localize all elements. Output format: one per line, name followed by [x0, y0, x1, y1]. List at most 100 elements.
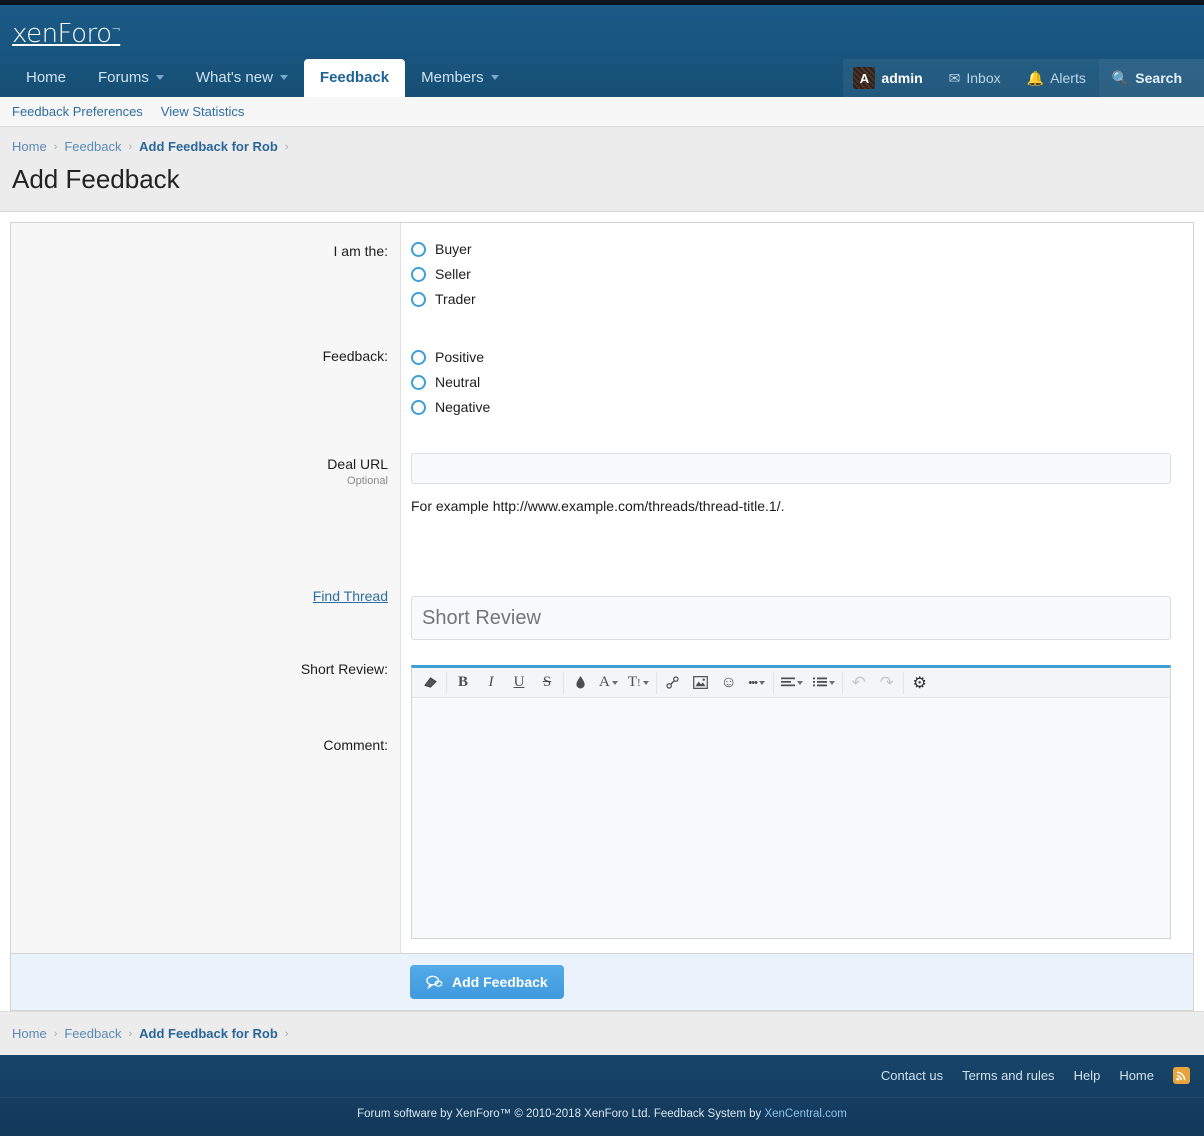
- radio-option-buyer[interactable]: Buyer: [411, 241, 1171, 257]
- form-grid: I am the: Feedback: Deal URL Optional Fi…: [11, 223, 1193, 953]
- toolbar-group-formatting-remove: [414, 672, 447, 694]
- nav-item-feedback[interactable]: Feedback: [304, 59, 405, 97]
- align-icon[interactable]: [776, 669, 808, 697]
- comment-editor: B I U S: [411, 665, 1171, 939]
- logo-row: xenForo¬: [0, 11, 1204, 59]
- breadcrumb-item-feedback[interactable]: Feedback: [64, 1026, 121, 1041]
- avatar: A: [853, 67, 875, 89]
- list-icon[interactable]: [808, 669, 840, 697]
- undo-icon[interactable]: ↶: [845, 669, 873, 697]
- nav-item-label: Home: [26, 69, 66, 86]
- form-panel-wrapper: I am the: Feedback: Deal URL Optional Fi…: [0, 212, 1204, 1011]
- footer-links: Contact us Terms and rules Help Home: [0, 1067, 1204, 1097]
- radio-option-positive[interactable]: Positive: [411, 349, 1171, 365]
- toolbar-group-text-style: B I U S: [447, 672, 564, 694]
- nav-item-home[interactable]: Home: [10, 59, 82, 97]
- toolbar-group-settings: ⚙: [904, 672, 936, 694]
- chevron-down-icon: [643, 681, 649, 685]
- find-thread-link[interactable]: Find Thread: [313, 588, 388, 604]
- copyright-link[interactable]: XenCentral.com: [764, 1108, 846, 1120]
- radio-option-trader[interactable]: Trader: [411, 291, 1171, 307]
- eraser-glyph: [423, 675, 438, 690]
- form-field-column: Buyer Seller Trader Positive: [401, 223, 1193, 953]
- radio-option-seller[interactable]: Seller: [411, 266, 1171, 282]
- nav-item-label: Forums: [98, 69, 149, 86]
- radio-option-label: Seller: [435, 266, 471, 282]
- comment-textarea[interactable]: [412, 698, 1170, 938]
- site-logo-tm: ¬: [112, 22, 121, 35]
- breadcrumb-separator: ›: [54, 141, 58, 153]
- label-row-short-review: Short Review:: [11, 661, 388, 695]
- site-footer: Contact us Terms and rules Help Home For…: [0, 1055, 1204, 1136]
- image-icon[interactable]: [687, 669, 715, 697]
- footer-link-terms-and-rules[interactable]: Terms and rules: [962, 1068, 1054, 1083]
- label-row-feedback: Feedback:: [11, 348, 388, 375]
- footer-copyright: Forum software by XenForo™ © 2010-2018 X…: [0, 1097, 1204, 1136]
- inbox-button[interactable]: ✉ Inbox: [936, 59, 1014, 97]
- footer-link-contact-us[interactable]: Contact us: [881, 1068, 943, 1083]
- radio-circle-icon: [411, 292, 426, 307]
- redo-icon[interactable]: ↷: [873, 669, 901, 697]
- link-icon[interactable]: [659, 669, 687, 697]
- toolbar-group-font: A T !: [564, 672, 657, 694]
- text-color-icon[interactable]: [566, 669, 594, 697]
- chain-glyph: [665, 675, 680, 690]
- search-label: Search: [1135, 70, 1182, 86]
- smilie-icon[interactable]: ☺: [715, 669, 743, 697]
- radio-circle-icon: [411, 267, 426, 282]
- italic-icon[interactable]: I: [477, 669, 505, 697]
- breadcrumb-item-home[interactable]: Home: [12, 139, 47, 154]
- footer-link-home[interactable]: Home: [1119, 1068, 1154, 1083]
- nav-item-members[interactable]: Members: [405, 59, 515, 97]
- more-options-icon[interactable]: •••: [743, 669, 771, 697]
- radio-circle-icon: [411, 400, 426, 415]
- search-button[interactable]: 🔍 Search: [1099, 59, 1204, 97]
- rss-icon[interactable]: [1173, 1067, 1190, 1084]
- subnav-item-view-statistics[interactable]: View Statistics: [161, 104, 245, 119]
- nav-item-forums[interactable]: Forums: [82, 59, 180, 97]
- role-radio-group: Buyer Seller Trader: [411, 235, 1171, 307]
- radio-option-negative[interactable]: Negative: [411, 399, 1171, 415]
- comment-editor-wrap: B I U S: [411, 665, 1171, 953]
- bold-icon[interactable]: B: [449, 669, 477, 697]
- radio-option-label: Negative: [435, 399, 490, 415]
- bottom-breadcrumb-block: Home › Feedback › Add Feedback for Rob ›: [0, 1011, 1204, 1055]
- label-row-comment: Comment:: [11, 737, 388, 767]
- breadcrumb-item-feedback[interactable]: Feedback: [64, 139, 121, 154]
- add-feedback-button[interactable]: Add Feedback: [410, 965, 564, 999]
- nav-item-whats-new[interactable]: What's new: [180, 59, 304, 97]
- editor-settings-icon[interactable]: ⚙: [906, 669, 934, 697]
- find-thread-field-spacer: [411, 522, 1171, 596]
- remove-formatting-icon[interactable]: [416, 669, 444, 697]
- strikethrough-icon[interactable]: S: [533, 669, 561, 697]
- deal-url-input[interactable]: [411, 453, 1171, 484]
- main-navigation: Home Forums What's new Feedback Members …: [0, 59, 1204, 97]
- comment-label: Comment:: [323, 737, 388, 753]
- droplet-glyph: [575, 675, 586, 690]
- font-size-icon[interactable]: T !: [623, 669, 654, 697]
- copyright-text: Forum software by XenForo™ © 2010-2018 X…: [357, 1108, 764, 1120]
- short-review-input[interactable]: [411, 596, 1171, 640]
- site-header: xenForo¬ Home Forums What's new Feedback…: [0, 5, 1204, 97]
- alerts-button[interactable]: 🔔 Alerts: [1014, 59, 1099, 97]
- breadcrumb-item-current[interactable]: Add Feedback for Rob: [139, 1026, 278, 1041]
- page-title-block: Home › Feedback › Add Feedback for Rob ›…: [0, 127, 1204, 212]
- chevron-down-icon: [759, 681, 765, 685]
- footer-link-help[interactable]: Help: [1074, 1068, 1101, 1083]
- section-subnavigation: Feedback Preferences View Statistics: [0, 97, 1204, 127]
- underline-icon[interactable]: U: [505, 669, 533, 697]
- account-menu-button[interactable]: A admin: [843, 59, 935, 97]
- chevron-down-icon: [829, 681, 835, 685]
- font-family-icon[interactable]: A: [594, 669, 623, 697]
- deal-url-help-text: For example http://www.example.com/threa…: [411, 484, 1171, 522]
- radio-option-neutral[interactable]: Neutral: [411, 374, 1171, 390]
- form-label-column: I am the: Feedback: Deal URL Optional Fi…: [11, 223, 401, 953]
- breadcrumb-item-home[interactable]: Home: [12, 1026, 47, 1041]
- breadcrumb-item-current[interactable]: Add Feedback for Rob: [139, 139, 278, 154]
- site-logo[interactable]: xenForo¬: [12, 19, 120, 49]
- add-feedback-form: I am the: Feedback: Deal URL Optional Fi…: [10, 222, 1194, 1011]
- picture-glyph: [693, 676, 708, 689]
- feedback-label: Feedback:: [323, 348, 388, 364]
- breadcrumb-separator: ›: [128, 1028, 132, 1040]
- subnav-item-feedback-preferences[interactable]: Feedback Preferences: [12, 104, 143, 119]
